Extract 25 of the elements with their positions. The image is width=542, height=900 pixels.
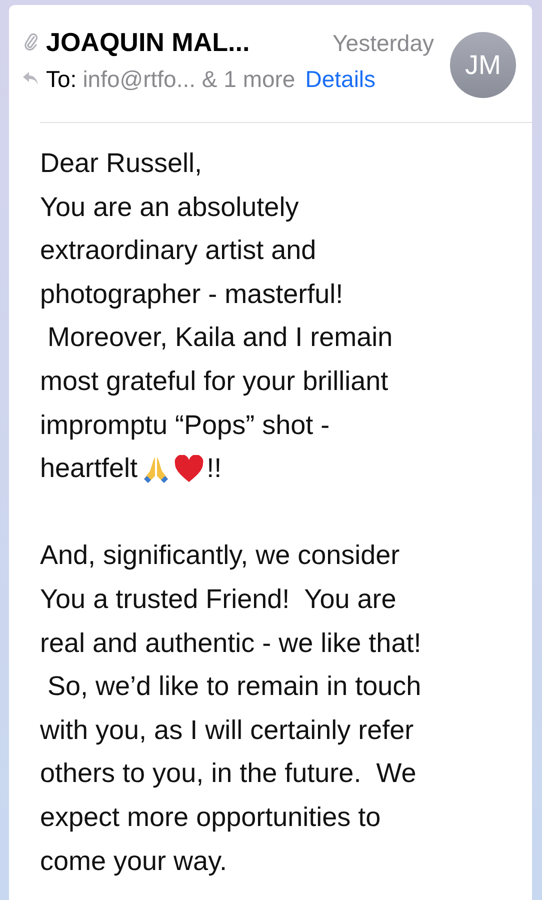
heart-icon	[174, 454, 204, 483]
exclamation-marks: !!	[206, 452, 222, 486]
message-line: extraordinary artist and	[40, 234, 318, 268]
message-line: with you, as I will certainly refer	[40, 714, 415, 747]
message-line: real and authentic - we like that!	[40, 626, 422, 660]
message-line: most grateful for your brilliant	[40, 364, 390, 398]
message-line: impromptu “Pops” shot -	[40, 408, 331, 442]
message-line: Dear Russell,	[40, 147, 204, 180]
message-line: photographer - masterful!	[40, 278, 344, 311]
paperclip-icon	[24, 32, 38, 52]
message-line: You a trusted Friend! You are	[40, 582, 398, 616]
message-line: others to you, in the future. We	[40, 757, 418, 790]
details-link[interactable]: Details	[305, 66, 376, 93]
message-line: And, significantly, we consider	[40, 539, 401, 572]
avatar: JM	[450, 32, 516, 98]
sender-name: JOAQUIN MAL...	[46, 27, 250, 58]
message-line: come your way.	[40, 844, 228, 878]
message-line: You are an absolutely	[40, 190, 300, 224]
message-line: expect more opportunities to	[40, 800, 382, 834]
date-label: Yesterday	[332, 30, 434, 57]
message-line: So, we’d like to remain in touch	[46, 670, 422, 704]
to-label: To:	[46, 66, 77, 93]
message-line: Moreover, Kaila and I remain	[46, 321, 394, 354]
recipients: info@rtfo... & 1 more	[82, 66, 296, 93]
message-line: heartfelt	[40, 452, 138, 486]
